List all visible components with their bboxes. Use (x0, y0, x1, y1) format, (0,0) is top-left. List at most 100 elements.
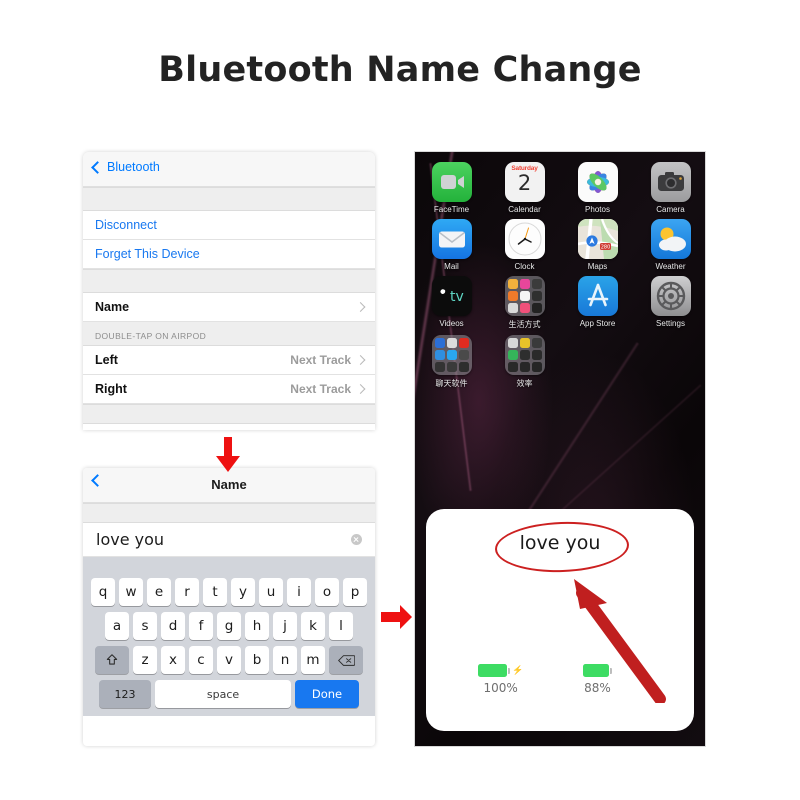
app-weather[interactable]: Weather (634, 219, 705, 271)
weather-icon (650, 219, 691, 259)
key-i[interactable]: i (287, 578, 311, 606)
numbers-key[interactable]: 123 (99, 680, 151, 708)
app-maps[interactable]: 280 Maps (561, 219, 634, 271)
right-airpod-row[interactable]: Right Next Track (83, 375, 375, 404)
app-label: Weather (655, 262, 686, 271)
app-label: 聊天软件 (435, 379, 468, 388)
key-s[interactable]: s (133, 612, 157, 640)
folder-icon (504, 335, 545, 375)
name-input-field[interactable]: love you (83, 523, 375, 557)
battery-indicator (583, 664, 612, 677)
clear-circle-icon[interactable] (351, 534, 362, 545)
back-button-label: Bluetooth (107, 160, 160, 174)
left-airpod-label: Left (95, 353, 118, 367)
key-a[interactable]: a (105, 612, 129, 640)
key-r[interactable]: r (175, 578, 199, 606)
panel-bottom-nav-bar: Name (83, 468, 375, 503)
app-app-store[interactable]: App Store (561, 276, 634, 330)
keyboard-row-3: z x c v b n m (86, 646, 372, 674)
key-n[interactable]: n (273, 646, 297, 674)
key-h[interactable]: h (245, 612, 269, 640)
keyboard-top-spacer (83, 557, 375, 571)
battery-item-left: ⚡ 100% (478, 664, 523, 695)
keyboard-row-4: 123 space Done (86, 680, 372, 708)
down-arrow-icon (216, 437, 240, 472)
key-u[interactable]: u (259, 578, 283, 606)
name-editor-panel: Name love you q w e r t y u i o p a s d … (83, 468, 375, 746)
key-l[interactable]: l (329, 612, 353, 640)
app-label: 生活方式 (508, 320, 541, 329)
disconnect-row[interactable]: Disconnect (83, 211, 375, 240)
app-calendar[interactable]: Saturday 2 Calendar (488, 162, 561, 214)
editor-section-gap (83, 503, 375, 523)
key-b[interactable]: b (245, 646, 269, 674)
key-o[interactable]: o (315, 578, 339, 606)
key-f[interactable]: f (189, 612, 213, 640)
app-row-1: FaceTime Saturday 2 Calendar Photos Came… (415, 162, 705, 214)
right-arrow-icon (381, 605, 412, 629)
app-folder-productivity[interactable]: 效率 (488, 335, 561, 389)
key-t[interactable]: t (203, 578, 227, 606)
app-label: Videos (439, 319, 464, 328)
forget-device-row[interactable]: Forget This Device (83, 240, 375, 269)
key-x[interactable]: x (161, 646, 185, 674)
key-w[interactable]: w (119, 578, 143, 606)
mail-icon (431, 219, 472, 259)
page-title: Bluetooth Name Change (158, 50, 642, 90)
on-screen-keyboard[interactable]: q w e r t y u i o p a s d f g h j k l z … (83, 571, 375, 716)
page-root: Bluetooth Name Change Bluetooth Disconne… (0, 0, 800, 800)
battery-level-bar (583, 664, 609, 677)
forget-device-label: Forget This Device (95, 247, 200, 261)
app-photos[interactable]: Photos (561, 162, 634, 214)
app-settings[interactable]: Settings (634, 276, 705, 330)
backspace-key[interactable] (329, 646, 363, 674)
key-g[interactable]: g (217, 612, 241, 640)
name-row-label: Name (95, 300, 130, 314)
section-gap (83, 187, 375, 211)
battery-item-right: 88% (583, 664, 612, 695)
lightning-bolt-icon: ⚡ (512, 665, 524, 675)
name-input-value: love you (96, 530, 165, 549)
key-c[interactable]: c (189, 646, 213, 674)
app-folder-lifestyle[interactable]: 生活方式 (488, 276, 561, 330)
battery-widget-card[interactable]: love you ⚡ 100% 88% (426, 509, 694, 731)
battery-level-bar (478, 664, 507, 677)
done-key[interactable]: Done (295, 680, 359, 708)
pointer-arrow-icon (574, 579, 666, 703)
key-e[interactable]: e (147, 578, 171, 606)
panel-top-nav-bar: Bluetooth (83, 152, 375, 187)
left-airpod-row[interactable]: Left Next Track (83, 346, 375, 375)
app-folder-chat[interactable]: 聊天软件 (415, 335, 488, 389)
app-label: Photos (585, 205, 610, 214)
key-p[interactable]: p (343, 578, 367, 606)
shift-arrow-icon (106, 654, 118, 665)
back-to-bluetooth-button[interactable]: Bluetooth (91, 160, 160, 174)
key-v[interactable]: v (217, 646, 241, 674)
app-mail[interactable]: Mail (415, 219, 488, 271)
key-k[interactable]: k (301, 612, 325, 640)
key-y[interactable]: y (231, 578, 255, 606)
photos-icon (577, 162, 618, 202)
app-clock[interactable]: Clock (488, 219, 561, 271)
keyboard-row-1: q w e r t y u i o p (86, 578, 372, 606)
left-airpod-value: Next Track (290, 353, 351, 367)
key-z[interactable]: z (133, 646, 157, 674)
app-facetime[interactable]: FaceTime (415, 162, 488, 214)
key-d[interactable]: d (161, 612, 185, 640)
settings-gear-icon (650, 276, 691, 316)
app-label: Calendar (508, 205, 541, 214)
space-key[interactable]: space (155, 680, 291, 708)
double-tap-section-header: DOUBLE-TAP ON AIRPOD (83, 322, 375, 346)
app-camera[interactable]: Camera (634, 162, 705, 214)
key-m[interactable]: m (301, 646, 325, 674)
name-row[interactable]: Name (83, 293, 375, 322)
calendar-icon: Saturday 2 (504, 162, 545, 202)
calendar-date: 2 (517, 171, 532, 195)
chevron-left-icon (91, 160, 104, 174)
app-videos[interactable]: tv Videos (415, 276, 488, 330)
clock-icon (504, 219, 545, 259)
key-q[interactable]: q (91, 578, 115, 606)
key-j[interactable]: j (273, 612, 297, 640)
shift-key[interactable] (95, 646, 129, 674)
folder-icon (431, 335, 472, 375)
